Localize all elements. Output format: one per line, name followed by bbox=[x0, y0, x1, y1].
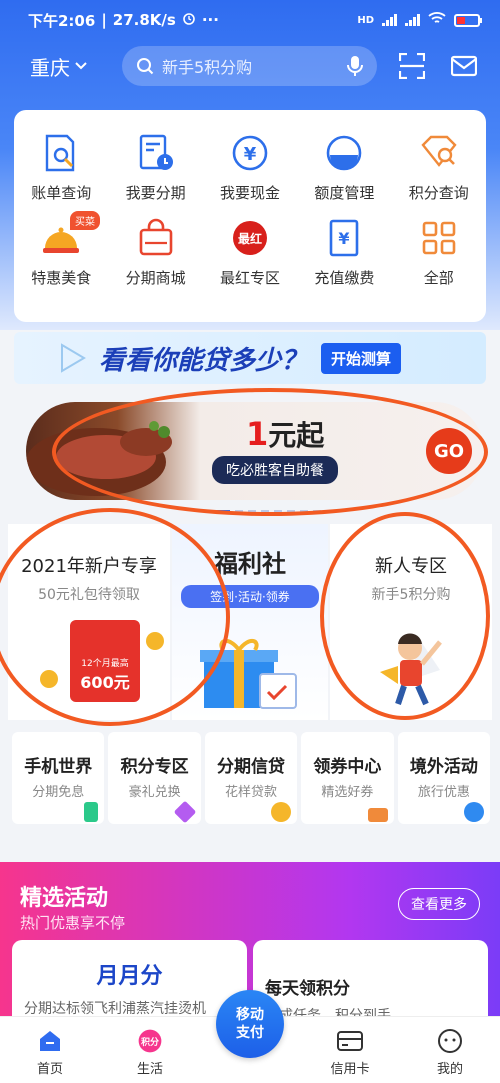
quick-coupon-center[interactable]: 领券中心 精选好券 bbox=[301, 732, 394, 824]
loan-estimate-banner[interactable]: 看看你能贷多少？ 开始测算 bbox=[14, 332, 486, 384]
menu-limit-management[interactable]: 额度管理 bbox=[297, 132, 391, 203]
limit-gauge-icon bbox=[323, 132, 365, 174]
status-speed: 27.8K/s bbox=[112, 11, 176, 29]
bill-search-icon bbox=[40, 132, 82, 174]
quick-overseas-activity[interactable]: 境外活动 旅行优惠 bbox=[397, 732, 491, 824]
quick-menu-card: 账单查询 我要分期 ¥ 我要现金 额度管理 积分查询 买菜 特惠美食 分期商城 … bbox=[14, 110, 486, 322]
maicai-badge: 买菜 bbox=[70, 211, 100, 230]
coin-icon bbox=[271, 802, 292, 822]
nav-mine[interactable]: 我的 bbox=[400, 1017, 500, 1083]
phone-icon bbox=[84, 802, 99, 822]
svg-text:¥: ¥ bbox=[244, 144, 257, 165]
city-label: 重庆 bbox=[30, 55, 70, 80]
annotation-circle bbox=[320, 512, 490, 720]
status-bar: 下午2:06 | 27.8K/s ··· HD bbox=[0, 0, 500, 40]
cash-yuan-icon: ¥ bbox=[229, 132, 271, 174]
svg-text:最红: 最红 bbox=[238, 231, 262, 246]
play-arrow-icon bbox=[61, 343, 86, 373]
search-placeholder: 新手5积分购 bbox=[162, 58, 253, 77]
signal-icon bbox=[382, 14, 397, 26]
status-time: 下午2:06 bbox=[28, 11, 96, 30]
menu-food-deals[interactable]: 买菜 特惠美食 bbox=[14, 211, 108, 288]
svg-text:¥: ¥ bbox=[339, 229, 350, 248]
activity-title: 精选活动 bbox=[20, 886, 109, 911]
hd-label: HD bbox=[357, 14, 374, 26]
points-badge-icon: 积分 bbox=[137, 1028, 163, 1054]
loan-banner-text: 看看你能贷多少？ bbox=[98, 345, 307, 376]
scan-icon[interactable] bbox=[399, 53, 425, 79]
view-more-button[interactable]: 查看更多 bbox=[398, 888, 480, 920]
battery-icon bbox=[454, 13, 482, 27]
message-icon[interactable] bbox=[451, 55, 477, 77]
nav-credit-card[interactable]: 信用卡 bbox=[300, 1017, 400, 1083]
microphone-icon[interactable] bbox=[347, 55, 363, 77]
shopping-bag-icon bbox=[135, 217, 177, 259]
menu-bill-query[interactable]: 账单查询 bbox=[14, 132, 108, 203]
menu-cash[interactable]: ¥ 我要现金 bbox=[203, 132, 297, 203]
quick-entry-row: 手机世界 分期免息 积分专区 豪礼兑换 分期信贷 花样贷款 领券中心 精选好券 … bbox=[12, 732, 491, 824]
points-diamond-icon bbox=[418, 132, 460, 174]
signal-2-icon bbox=[405, 14, 420, 26]
menu-recharge[interactable]: ¥ 充值缴费 bbox=[297, 217, 391, 288]
svg-text:积分: 积分 bbox=[140, 1036, 159, 1048]
credit-card-icon bbox=[337, 1028, 363, 1054]
zuihong-icon: 最红 bbox=[229, 217, 271, 259]
grid-all-icon bbox=[418, 217, 460, 259]
chevron-down-icon bbox=[75, 62, 87, 70]
status-dots: ··· bbox=[201, 11, 219, 29]
quick-installment-loan[interactable]: 分期信贷 花样贷款 bbox=[204, 732, 298, 824]
menu-all[interactable]: 全部 bbox=[392, 217, 486, 288]
globe-icon bbox=[464, 802, 485, 822]
nav-home[interactable]: 首页 bbox=[0, 1017, 100, 1083]
annotation-circle bbox=[0, 508, 230, 726]
installment-icon bbox=[135, 132, 177, 174]
menu-installment-mall[interactable]: 分期商城 bbox=[108, 217, 202, 288]
quick-phone-world[interactable]: 手机世界 分期免息 bbox=[12, 732, 105, 824]
recharge-icon: ¥ bbox=[323, 217, 365, 259]
diamond-icon bbox=[173, 800, 197, 824]
quick-points-zone[interactable]: 积分专区 豪礼兑换 bbox=[108, 732, 201, 824]
nav-life[interactable]: 积分 生活 bbox=[100, 1017, 200, 1083]
annotation-circle bbox=[52, 388, 488, 516]
menu-zuihong-zone[interactable]: 最红 最红专区 bbox=[203, 217, 297, 288]
profile-icon bbox=[437, 1028, 463, 1054]
search-icon bbox=[137, 58, 154, 75]
top-bar: 重庆 新手5积分购 bbox=[0, 44, 500, 88]
wifi-icon bbox=[428, 12, 446, 28]
mobile-pay-button[interactable]: 移动 支付 bbox=[216, 990, 284, 1058]
activity-subtitle: 热门优惠享不停 bbox=[20, 914, 126, 932]
search-input[interactable]: 新手5积分购 bbox=[122, 46, 377, 86]
start-calculate-button[interactable]: 开始测算 bbox=[321, 342, 402, 374]
alarm-icon bbox=[182, 11, 196, 29]
menu-installment[interactable]: 我要分期 bbox=[108, 132, 202, 203]
home-icon bbox=[37, 1028, 63, 1054]
city-selector[interactable]: 重庆 bbox=[30, 52, 122, 81]
menu-points-query[interactable]: 积分查询 bbox=[392, 132, 486, 203]
coupon-icon bbox=[367, 808, 388, 822]
